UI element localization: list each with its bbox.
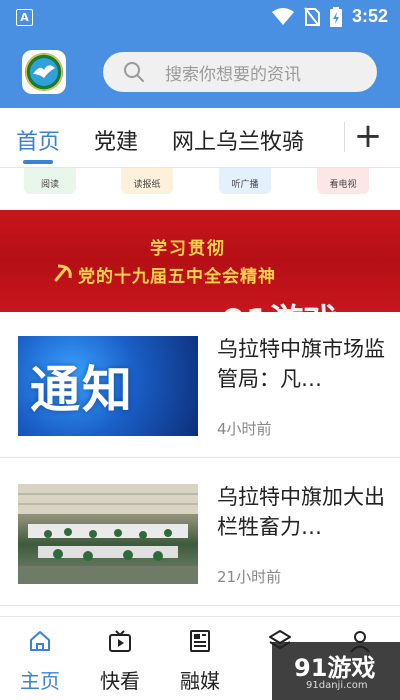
news-thumbnail: 通知	[18, 336, 198, 436]
news-title: 乌拉特中旗加大出栏牲畜力…	[217, 485, 385, 539]
search-icon	[124, 62, 144, 82]
news-title: 乌拉特中旗市场监管局：凡…	[217, 337, 385, 391]
news-thumbnail	[18, 484, 198, 584]
news-item[interactable]: 乌拉特中旗加大出栏牲畜力… 21小时前	[0, 460, 400, 606]
promo-banner[interactable]: 学习贯彻 党的十九届五中全会精神 91游戏	[0, 210, 400, 312]
nav-quick-view-label: 快看	[100, 669, 140, 693]
search-placeholder: 搜索你想要的资讯	[165, 64, 301, 85]
nav-home[interactable]: 主页	[0, 617, 80, 700]
channel-tabs: 首页 党建 网上乌兰牧骑 +	[0, 108, 400, 168]
nav-media[interactable]: 融媒	[160, 617, 240, 700]
factory-photo	[18, 484, 198, 584]
watermark-brand: 91游戏	[294, 654, 376, 682]
quick-icon-radio[interactable]: 听广播	[219, 168, 271, 194]
watermark-logo: 91游戏	[222, 294, 337, 312]
no-sim-icon	[304, 6, 320, 27]
status-bar: A 3:52	[0, 0, 400, 36]
party-emblem-icon	[54, 264, 72, 282]
search-bar[interactable]: 搜索你想要的资讯	[103, 52, 377, 92]
news-time: 4小时前	[217, 420, 272, 438]
tab-fade	[300, 108, 348, 166]
emblem-icon	[25, 53, 63, 91]
tab-active-indicator	[23, 160, 53, 164]
quick-icon-tv[interactable]: 看电视	[317, 168, 369, 194]
quick-icons-strip: 阅读 读报纸 听广播 看电视	[0, 168, 400, 210]
video-icon	[109, 630, 131, 652]
quick-icon-read[interactable]: 阅读	[24, 168, 76, 194]
tab-home[interactable]: 首页	[16, 124, 60, 156]
nav-quick-view[interactable]: 快看	[80, 617, 160, 700]
newspaper-icon	[190, 630, 210, 652]
nav-media-label: 融媒	[180, 669, 220, 693]
tab-divider	[344, 122, 345, 152]
battery-icon	[329, 6, 342, 27]
add-channel-button[interactable]: +	[348, 116, 388, 160]
tab-ulan-muqir[interactable]: 网上乌兰牧骑	[172, 124, 304, 156]
quick-icon-newspaper[interactable]: 读报纸	[121, 168, 173, 194]
banner-title-line1: 学习贯彻	[150, 239, 226, 259]
news-time: 21小时前	[217, 568, 282, 586]
app-header: 搜索你想要的资讯	[0, 36, 400, 108]
tab-party-building[interactable]: 党建	[94, 124, 138, 156]
app-logo[interactable]	[22, 50, 66, 94]
watermark-overlay: 91游戏 91danji.com	[272, 642, 400, 700]
wifi-icon	[271, 7, 294, 25]
notification-icon: A	[16, 9, 33, 26]
home-icon	[30, 631, 50, 651]
banner-title-line2: 党的十九届五中全会精神	[78, 267, 276, 287]
nav-home-label: 主页	[20, 669, 60, 693]
watermark-site-bottom: 91danji.com	[306, 680, 368, 691]
clock: 3:52	[351, 6, 388, 26]
news-item[interactable]: 通知 乌拉特中旗市场监管局：凡… 4小时前	[0, 312, 400, 458]
thumbnail-text: 通知	[30, 361, 134, 419]
